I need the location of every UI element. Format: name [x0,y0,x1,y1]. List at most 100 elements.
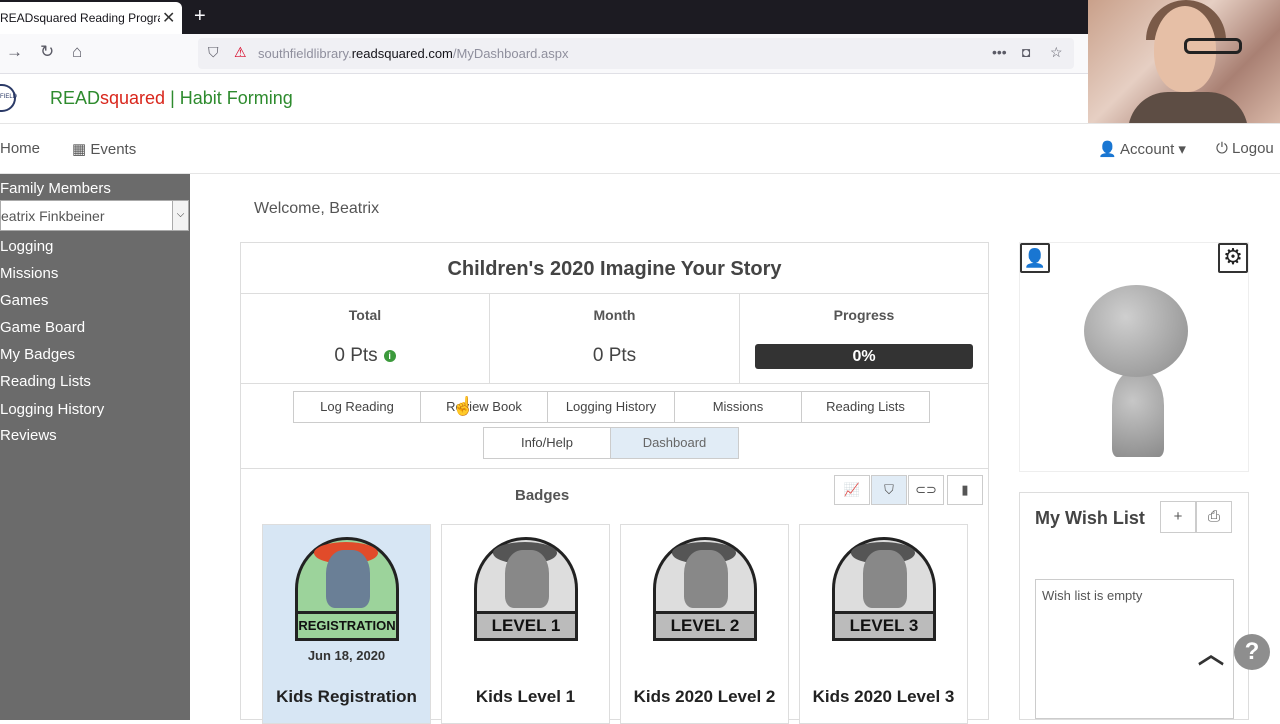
url-text: southfieldlibrary.readsquared.com/MyDash… [258,46,569,61]
stat-total-label: Total [348,307,382,323]
scroll-to-top-icon[interactable]: ︿ [1198,634,1224,671]
welcome-message: Welcome, Beatrix [254,200,380,217]
badge-card-level-1[interactable]: LEVEL 1 Kids Level 1 [441,524,610,724]
wish-list-title: My Wish List [1035,508,1145,528]
badge-card-level-3[interactable]: LEVEL 3 Kids 2020 Level 3 [799,524,968,724]
badge-character [505,550,549,608]
nav-events[interactable]: ▦ Events [72,140,136,158]
wish-list-panel: My Wish List + ⎙ Wish list is empty [1019,492,1249,720]
progress-bar: 0% [755,344,973,369]
badge-name: Kids Registration [276,687,417,706]
badge-character [863,550,907,608]
forward-icon[interactable]: → [6,42,23,62]
badges-heading: Badges [515,487,570,504]
user-icon: 👤 [1098,141,1117,158]
info-icon[interactable]: i [383,349,396,362]
url-bar[interactable]: ⛉ ⚠ southfieldlibrary.readsquared.com/My… [198,38,1074,69]
cursor-icon: ☝ [452,396,475,416]
reading-lists-button[interactable]: Reading Lists [801,391,930,423]
sidebar-item-missions[interactable]: Missions [0,265,58,282]
sidebar-item-games[interactable]: Games [0,292,48,309]
chevron-down-icon[interactable]: ⌵ [172,201,188,230]
badge-shield-icon[interactable]: ⛉ [871,475,907,505]
site-header: FIELD READsquared | Habit Forming [0,74,1280,124]
sidebar-item-game-board[interactable]: Game Board [0,319,85,336]
browser-nav-bar: → ↻ ⌂ ⛉ ⚠ southfieldlibrary.readsquared.… [0,34,1088,74]
divider [241,468,988,469]
gear-icon[interactable]: ⚙ [1218,243,1248,273]
power-icon: ⏻ [1216,140,1228,157]
sidebar-item-logging[interactable]: Logging [0,238,53,255]
program-title: Children's 2020 Imagine Your Story [241,243,988,294]
home-icon[interactable]: ⌂ [72,42,82,62]
sidebar-item-reviews[interactable]: Reviews [0,427,57,444]
missions-button[interactable]: Missions [674,391,802,423]
stat-progress-label: Progress [833,307,895,323]
more-icon[interactable]: ••• [992,44,1007,60]
tab-title: READsquared Reading Program [0,11,160,25]
stat-month-label: Month [593,307,636,323]
browser-tab[interactable]: READsquared Reading Program ✕ [0,2,182,34]
nav-events-label: Events [90,141,137,158]
nav-account[interactable]: 👤 Account ▾ [1098,140,1186,158]
print-icon[interactable]: ⎙ [1196,501,1232,533]
info-help-tab[interactable]: Info/Help [483,427,611,459]
review-book-button[interactable]: Review Book [420,391,548,423]
avatar-head [1084,285,1188,377]
insecure-icon[interactable]: ⚠ [234,44,247,61]
library-logo[interactable]: FIELD [0,84,17,112]
nav-logout-label: Logou [1232,140,1274,157]
dashboard-tab[interactable]: Dashboard [610,427,739,459]
tab-close-icon[interactable]: ✕ [162,8,175,28]
stat-total: Total 0 Pts i [241,294,490,384]
chart-icon[interactable]: 📈 [834,475,870,505]
family-member-select[interactable]: eatrix Finkbeiner ⌵ [0,200,189,231]
stat-total-value: 0 Pts i [241,345,489,367]
badge-name: Kids 2020 Level 3 [812,687,955,706]
badge-image: REGISTRATION [295,537,399,641]
pocket-icon[interactable]: ◘ [1022,44,1030,60]
link-icon[interactable]: ⊂⊃ [908,475,944,505]
sidebar-item-my-badges[interactable]: My Badges [0,346,75,363]
webcam-glasses [1184,38,1242,54]
nav-home[interactable]: Home [0,140,40,157]
nav-account-label: Account [1120,141,1175,158]
avatar-panel: 👤 ⚙ [1019,242,1249,472]
badge-date: Jun 18, 2020 [307,648,386,663]
badge-ribbon: REGISTRATION [295,611,399,641]
sidebar-item-logging-history[interactable]: Logging History [0,401,104,418]
edit-avatar-icon[interactable]: 👤 [1020,243,1050,273]
reload-icon[interactable]: ↻ [40,42,54,62]
family-members-label: Family Members [0,180,111,197]
sidebar-item-reading-lists[interactable]: Reading Lists [0,373,91,390]
log-reading-button[interactable]: Log Reading [293,391,421,423]
brand-title[interactable]: READsquared | Habit Forming [50,88,293,109]
badge-ribbon: LEVEL 1 [474,611,578,641]
badge-name: Kids 2020 Level 2 [633,687,776,706]
logging-history-button[interactable]: Logging History [547,391,675,423]
sidebar: Family Members eatrix Finkbeiner ⌵ Loggi… [0,174,190,720]
badge-ribbon: LEVEL 2 [653,611,757,641]
badge-image: LEVEL 2 [653,537,757,641]
shield-icon[interactable]: ⛉ [208,44,219,61]
map-icon[interactable]: ▮ [947,475,983,505]
add-icon[interactable]: + [1160,501,1196,533]
site-nav: Home ▦ Events 👤 Account ▾ ⏻ Logou [0,124,1280,174]
badge-character [684,550,728,608]
badge-card-registration[interactable]: REGISTRATION Jun 18, 2020 Kids Registrat… [262,524,431,724]
bookmark-icon[interactable]: ☆ [1050,44,1063,61]
badge-card-level-2[interactable]: LEVEL 2 Kids 2020 Level 2 [620,524,789,724]
caret-down-icon: ▾ [1178,141,1186,158]
badge-ribbon: LEVEL 3 [832,611,936,641]
avatar-body [1112,371,1164,457]
browser-tab-bar: READsquared Reading Program ✕ + [0,0,1088,34]
stat-progress: Progress 0% [740,294,988,384]
program-panel: Children's 2020 Imagine Your Story Total… [240,242,989,724]
help-icon[interactable]: ? [1234,634,1270,670]
avatar [1084,285,1188,457]
new-tab-icon[interactable]: + [194,5,206,28]
nav-logout[interactable]: ⏻ Logou [1216,140,1274,157]
badge-name: Kids Level 1 [475,687,576,706]
stat-month-value: 0 Pts [592,345,637,366]
selected-member: eatrix Finkbeiner [1,208,105,224]
